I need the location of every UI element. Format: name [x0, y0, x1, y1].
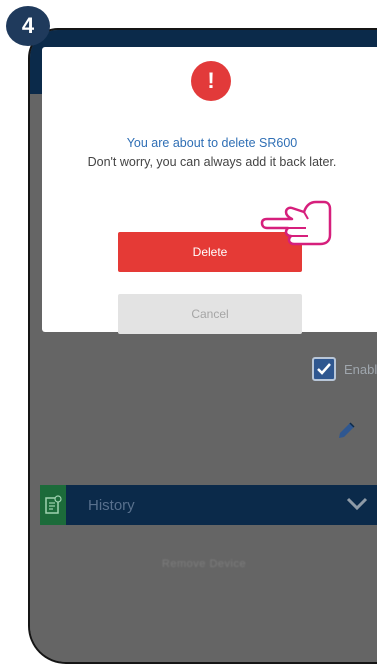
history-icon: [40, 485, 66, 525]
dialog-message: Don't worry, you can always add it back …: [87, 155, 337, 169]
cancel-button[interactable]: Cancel: [118, 294, 302, 334]
phone-frame: Enable History Remove Device ! You are a…: [28, 28, 377, 664]
alert-icon: !: [191, 61, 231, 101]
chevron-down-icon[interactable]: [346, 496, 368, 512]
enable-label: Enable: [344, 361, 377, 377]
dialog-title: You are about to delete SR600: [126, 136, 298, 150]
checkbox-checked-icon[interactable]: [312, 357, 336, 381]
history-section-bar[interactable]: History: [40, 485, 377, 525]
delete-confirmation-dialog: ! You are about to delete SR600 Don't wo…: [42, 47, 377, 334]
step-number-badge: 4: [6, 6, 50, 46]
pencil-icon[interactable]: [335, 420, 357, 442]
remove-device-link[interactable]: Remove Device: [30, 558, 377, 570]
history-label: History: [88, 496, 135, 514]
enable-row: Enable: [312, 355, 377, 383]
pointing-hand-icon: [260, 200, 332, 246]
